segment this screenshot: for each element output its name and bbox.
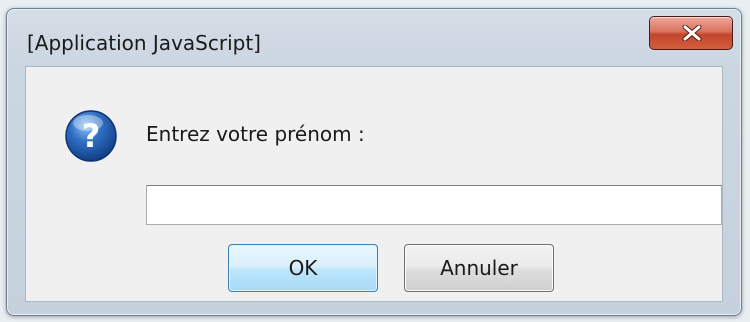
ok-button[interactable]: OK: [228, 244, 378, 292]
question-icon: ?: [65, 110, 117, 162]
dialog-body: ? Entrez votre prénom : OK Annuler: [25, 66, 723, 302]
firstname-input[interactable]: [146, 185, 722, 225]
prompt-label: Entrez votre prénom :: [146, 122, 365, 146]
ok-button-label: OK: [288, 256, 318, 280]
cancel-button-label: Annuler: [440, 256, 518, 280]
close-button[interactable]: [649, 16, 733, 50]
prompt-dialog-window: [Application JavaScript] ? Entrez votre …: [6, 8, 742, 316]
svg-text:?: ?: [82, 117, 101, 155]
title-bar[interactable]: [Application JavaScript]: [7, 9, 741, 67]
close-icon: [682, 25, 702, 41]
cancel-button[interactable]: Annuler: [404, 244, 554, 292]
window-title: [Application JavaScript]: [27, 31, 261, 55]
